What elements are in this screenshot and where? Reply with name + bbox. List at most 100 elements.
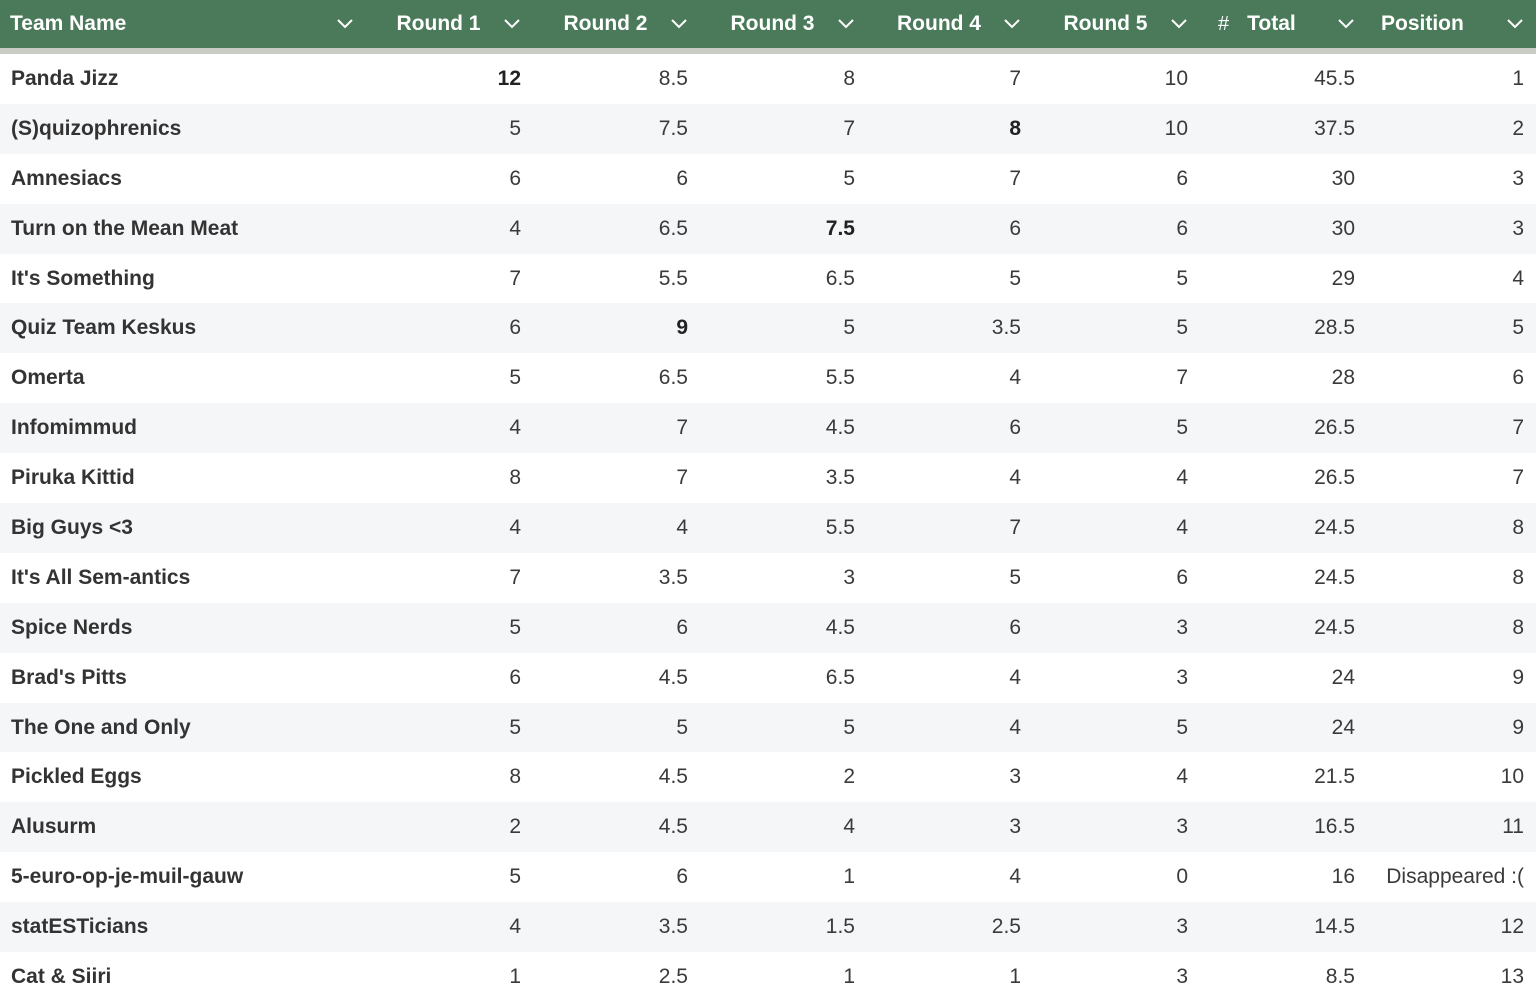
table-row[interactable]: 5-euro-op-je-muil-gauw 5 6 1 4 0 16 Disappeared… bbox=[0, 852, 1536, 903]
round-4-cell: 7 bbox=[1009, 515, 1021, 539]
round-1-cell: 4 bbox=[509, 216, 521, 240]
round-2-cell: 6 bbox=[676, 166, 688, 190]
chevron-down-icon[interactable] bbox=[1335, 13, 1357, 35]
round-3-cell: 5 bbox=[843, 715, 855, 739]
round-2-cell: 9 bbox=[676, 316, 688, 340]
table-row[interactable]: Amnesiacs 6 6 5 7 6 30 3 bbox=[0, 153, 1536, 204]
team-name-cell: The One and Only bbox=[11, 715, 191, 739]
round-3-cell: 4 bbox=[843, 815, 855, 839]
table-row[interactable]: Omerta 5 6.5 5.5 4 7 28 6 bbox=[0, 353, 1536, 404]
table-row[interactable]: Big Guys <3 4 4 5.5 7 4 24.5 8 bbox=[0, 503, 1536, 553]
table-row[interactable]: (S)quizophrenics 5 7.5 7 8 10 37.5 2 bbox=[0, 103, 1536, 154]
column-header-position[interactable]: Position bbox=[1367, 0, 1536, 48]
chevron-down-icon[interactable] bbox=[1504, 13, 1526, 35]
position-cell: 3 bbox=[1512, 166, 1524, 190]
round-2-cell: 3.5 bbox=[658, 915, 688, 939]
round-3-cell: 7.5 bbox=[825, 216, 855, 240]
round-2-cell: 5 bbox=[676, 715, 688, 739]
table-row[interactable]: Spice Nerds 5 6 4.5 6 3 24.5 8 bbox=[0, 602, 1536, 653]
number-type-icon: # bbox=[1218, 12, 1230, 35]
total-cell: 16 bbox=[1331, 865, 1355, 889]
round-1-cell: 5 bbox=[509, 116, 521, 140]
chevron-down-icon[interactable] bbox=[1001, 13, 1023, 35]
column-header-round-3[interactable]: Round 3 bbox=[700, 0, 867, 48]
round-1-cell: 6 bbox=[509, 665, 521, 689]
column-header-total[interactable]: # Total bbox=[1200, 0, 1367, 48]
round-2-cell: 2.5 bbox=[658, 964, 688, 988]
table-row[interactable]: Pickled Eggs 8 4.5 2 3 4 21.5 10 bbox=[0, 752, 1536, 803]
round-4-cell: 3 bbox=[1009, 765, 1021, 789]
total-cell: 24.5 bbox=[1314, 565, 1355, 589]
round-3-cell: 4.5 bbox=[825, 615, 855, 639]
round-2-cell: 7 bbox=[676, 466, 688, 490]
table-row[interactable]: It's Something 7 5.5 6.5 5 5 29 4 bbox=[0, 253, 1536, 304]
total-cell: 14.5 bbox=[1314, 915, 1355, 939]
round-5-cell: 6 bbox=[1176, 166, 1188, 190]
position-cell: 10 bbox=[1500, 765, 1524, 789]
table-header: Team Name Round 1 Round 2 Round 3 Round … bbox=[0, 0, 1536, 54]
table-row[interactable]: The One and Only 5 5 5 4 5 24 9 bbox=[0, 702, 1536, 753]
table-row[interactable]: Quiz Team Keskus 6 9 5 3.5 5 28.5 5 bbox=[0, 303, 1536, 354]
table-row[interactable]: Turn on the Mean Meat 4 6.5 7.5 6 6 30 3 bbox=[0, 203, 1536, 254]
team-name-cell: It's Something bbox=[11, 266, 155, 290]
round-4-cell: 5 bbox=[1009, 565, 1021, 589]
round-5-cell: 5 bbox=[1176, 715, 1188, 739]
round-4-cell: 4 bbox=[1009, 366, 1021, 390]
round-4-cell: 4 bbox=[1009, 865, 1021, 889]
position-cell: 5 bbox=[1512, 316, 1524, 340]
round-3-cell: 7 bbox=[843, 116, 855, 140]
round-5-cell: 4 bbox=[1176, 466, 1188, 490]
column-header-round-4[interactable]: Round 4 bbox=[867, 0, 1033, 48]
column-header-round-1[interactable]: Round 1 bbox=[366, 0, 533, 48]
column-label: Round 1 bbox=[396, 12, 481, 35]
round-4-cell: 2.5 bbox=[991, 915, 1021, 939]
position-cell: 3 bbox=[1512, 216, 1524, 240]
column-header-team-name[interactable]: Team Name bbox=[0, 0, 366, 48]
round-3-cell: 1.5 bbox=[825, 915, 855, 939]
position-cell: 7 bbox=[1512, 416, 1524, 440]
round-1-cell: 5 bbox=[509, 366, 521, 390]
chevron-down-icon[interactable] bbox=[501, 13, 523, 35]
total-cell: 26.5 bbox=[1314, 416, 1355, 440]
round-3-cell: 6.5 bbox=[825, 665, 855, 689]
total-cell: 37.5 bbox=[1314, 116, 1355, 140]
table-row[interactable]: It's All Sem-antics 7 3.5 3 5 6 24.5 8 bbox=[0, 552, 1536, 603]
chevron-down-icon[interactable] bbox=[334, 13, 356, 35]
round-2-cell: 6.5 bbox=[658, 366, 688, 390]
position-cell: 8 bbox=[1512, 515, 1524, 539]
chevron-down-icon[interactable] bbox=[1168, 13, 1190, 35]
round-4-cell: 7 bbox=[1009, 166, 1021, 190]
table-row[interactable]: Cat & Siiri 1 2.5 1 1 3 8.5 13 bbox=[0, 952, 1536, 1002]
chevron-down-icon[interactable] bbox=[835, 13, 857, 35]
table-row[interactable]: Brad's Pitts 6 4.5 6.5 4 3 24 9 bbox=[0, 652, 1536, 703]
column-label: Round 5 bbox=[1063, 12, 1148, 35]
round-5-cell: 7 bbox=[1176, 366, 1188, 390]
round-5-cell: 10 bbox=[1164, 66, 1188, 90]
team-name-cell: statESTicians bbox=[11, 915, 149, 939]
table-row[interactable]: Alusurm 2 4.5 4 3 3 16.5 11 bbox=[0, 802, 1536, 853]
round-2-cell: 7 bbox=[676, 416, 688, 440]
table-row[interactable]: Infomimmud 4 7 4.5 6 5 26.5 7 bbox=[0, 403, 1536, 454]
total-cell: 28 bbox=[1331, 366, 1355, 390]
table-row[interactable]: Panda Jizz 12 8.5 8 7 10 45.5 1 bbox=[0, 54, 1536, 104]
round-5-cell: 6 bbox=[1176, 216, 1188, 240]
round-5-cell: 3 bbox=[1176, 615, 1188, 639]
position-cell: 8 bbox=[1512, 615, 1524, 639]
chevron-down-icon[interactable] bbox=[668, 13, 690, 35]
round-5-cell: 10 bbox=[1164, 116, 1188, 140]
total-cell: 45.5 bbox=[1314, 66, 1355, 90]
column-header-round-2[interactable]: Round 2 bbox=[533, 0, 700, 48]
round-2-cell: 5.5 bbox=[658, 266, 688, 290]
round-2-cell: 4 bbox=[676, 515, 688, 539]
table-row[interactable]: Piruka Kittid 8 7 3.5 4 4 26.5 7 bbox=[0, 453, 1536, 504]
table-row[interactable]: statESTicians 4 3.5 1.5 2.5 3 14.5 12 bbox=[0, 902, 1536, 953]
position-cell: 13 bbox=[1500, 964, 1524, 988]
position-cell: 7 bbox=[1512, 466, 1524, 490]
round-4-cell: 4 bbox=[1009, 665, 1021, 689]
column-header-round-5[interactable]: Round 5 bbox=[1033, 0, 1200, 48]
team-name-cell: Alusurm bbox=[11, 815, 97, 839]
position-cell: 11 bbox=[1502, 815, 1524, 839]
round-3-cell: 5 bbox=[843, 166, 855, 190]
team-name-cell: Pickled Eggs bbox=[11, 765, 142, 789]
round-1-cell: 4 bbox=[509, 416, 521, 440]
